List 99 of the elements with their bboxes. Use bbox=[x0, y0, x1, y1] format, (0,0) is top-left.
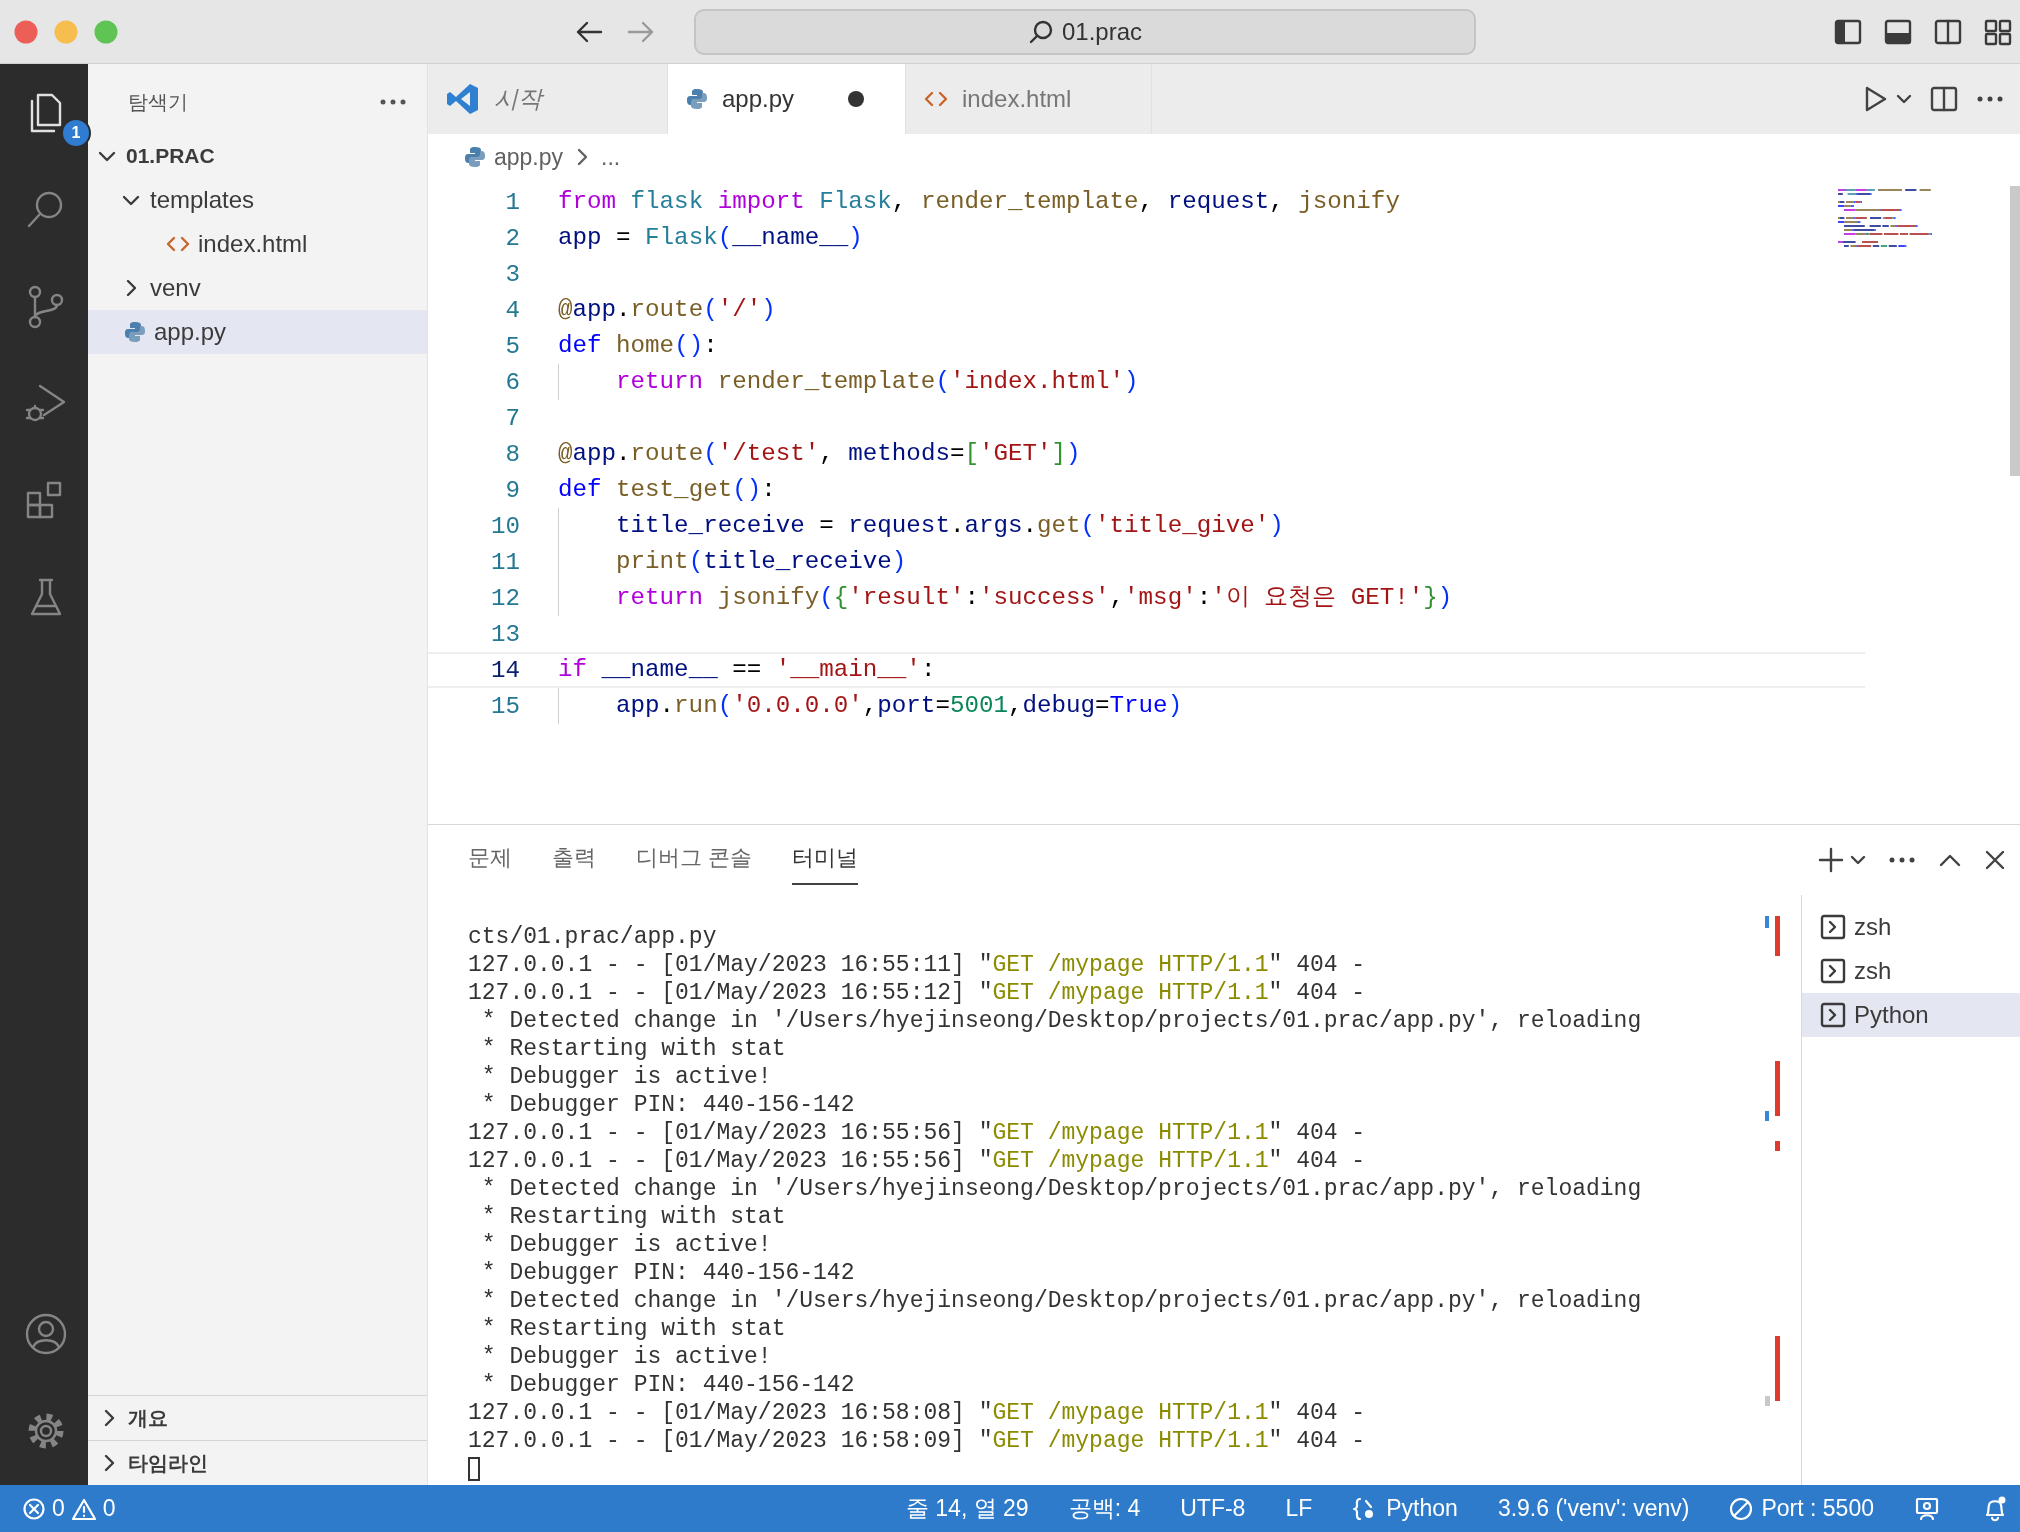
terminal-line: * Debugger is active! bbox=[480, 1063, 773, 1091]
scrollbar-thumb[interactable] bbox=[2010, 186, 2020, 476]
customize-layout-icon[interactable] bbox=[1984, 17, 2012, 46]
no-entry-icon bbox=[1729, 1496, 1754, 1521]
terminal-line: 127.0.0.1 - - [01/May/2023 16:55:11] "GET /mypage HTTP/1.1" 404 - bbox=[468, 951, 1367, 979]
line-number: 13 bbox=[489, 620, 520, 648]
close-window-button[interactable] bbox=[14, 19, 38, 44]
line-number: 4 bbox=[504, 296, 520, 324]
more-icon[interactable] bbox=[1888, 856, 1916, 864]
status-item[interactable]: UTF-8 bbox=[1180, 1495, 1246, 1522]
tree-item[interactable]: 01.PRAC bbox=[88, 134, 427, 178]
terminal-line: * Debugger PIN: 440-156-142 bbox=[480, 1091, 856, 1119]
line-number: 9 bbox=[504, 476, 520, 504]
terminal-line: 127.0.0.1 - - [01/May/2023 16:55:56] "GET /mypage HTTP/1.1" 404 - bbox=[468, 1147, 1367, 1175]
section-header[interactable]: 개요 bbox=[88, 1395, 427, 1440]
line-number: 6 bbox=[504, 368, 520, 396]
terminal-cursor bbox=[468, 1457, 480, 1481]
terminal-line: cts/01.prac/app.py bbox=[468, 923, 718, 951]
terminal-session-item[interactable]: Python bbox=[1802, 993, 2020, 1037]
terminal-line: * Detected change in '/Users/hyejinseong/Desktop/projects/01.prac/app.py', reloading bbox=[480, 1007, 1643, 1035]
terminal-icon bbox=[1820, 914, 1846, 940]
line-number: 5 bbox=[504, 332, 520, 360]
panel-tab[interactable]: 터미널 bbox=[792, 835, 859, 885]
terminal-line: * Restarting with stat bbox=[480, 1035, 787, 1063]
code-line: @app.route('/test', methods=['GET']) bbox=[558, 439, 1081, 469]
line-number: 15 bbox=[489, 692, 520, 720]
terminal-line: 127.0.0.1 - - [01/May/2023 16:55:12] "GET /mypage HTTP/1.1" 404 - bbox=[468, 979, 1367, 1007]
terminal-icon bbox=[1820, 1002, 1846, 1028]
unsaved-dot bbox=[848, 91, 865, 107]
tree-item[interactable]: venv bbox=[88, 266, 427, 310]
line-number: 10 bbox=[489, 512, 520, 540]
terminal-line: 127.0.0.1 - - [01/May/2023 16:58:09] "GET /mypage HTTP/1.1" 404 - bbox=[468, 1427, 1367, 1455]
code-line: app = Flask(__name__) bbox=[558, 223, 863, 253]
sidebar-layout-icon[interactable] bbox=[1834, 17, 1862, 46]
tree-item[interactable]: app.py bbox=[88, 310, 427, 354]
terminal-line: 127.0.0.1 - - [01/May/2023 16:58:08] "GET /mypage HTTP/1.1" 404 - bbox=[468, 1399, 1367, 1427]
more-icon[interactable] bbox=[1976, 95, 2004, 103]
tree-item[interactable]: templates bbox=[88, 178, 427, 222]
code-line: if __name__ == '__main__': bbox=[558, 655, 936, 685]
warning-icon bbox=[70, 1496, 97, 1521]
terminal-line: * Restarting with stat bbox=[480, 1203, 787, 1231]
code-line: return render_template('index.html') bbox=[616, 367, 1139, 397]
vscode-logo-icon bbox=[446, 82, 480, 116]
python-icon bbox=[686, 88, 708, 110]
line-number: 2 bbox=[504, 224, 520, 252]
terminal-line: 127.0.0.1 - - [01/May/2023 16:55:56] "GET /mypage HTTP/1.1" 404 - bbox=[468, 1119, 1367, 1147]
status-item[interactable]: Port : 5500 bbox=[1729, 1495, 1874, 1522]
code-line: print(title_receive) bbox=[616, 547, 907, 577]
terminal-line: * Debugger is active! bbox=[480, 1343, 773, 1371]
editor-tab[interactable]: app.py bbox=[668, 64, 906, 134]
status-item[interactable]: 줄 14, 열 29 bbox=[905, 1493, 1029, 1524]
code-line: title_receive = request.args.get('title_give') bbox=[616, 511, 1284, 541]
search-icon bbox=[1027, 18, 1054, 45]
notification-badge: 1 bbox=[61, 118, 91, 148]
status-item[interactable]: Python bbox=[1352, 1495, 1458, 1522]
plus-icon[interactable] bbox=[1818, 847, 1844, 873]
code-line: @app.route('/') bbox=[558, 295, 776, 325]
status-item[interactable]: 공백: 4 bbox=[1068, 1493, 1141, 1524]
command-center-search[interactable]: 01.prac bbox=[694, 8, 1476, 55]
code-line: def home(): bbox=[558, 331, 718, 361]
tree-item[interactable]: index.html bbox=[88, 222, 427, 266]
panel-tab[interactable]: 디버그 콘솔 bbox=[636, 835, 753, 885]
panel-tab[interactable]: 문제 bbox=[468, 835, 512, 885]
terminal-line: * Debugger PIN: 440-156-142 bbox=[480, 1371, 856, 1399]
panel-tab[interactable]: 출력 bbox=[552, 835, 596, 885]
split-editor-icon[interactable] bbox=[1930, 85, 1958, 113]
terminal-icon bbox=[1820, 958, 1846, 984]
line-number: 3 bbox=[504, 260, 520, 288]
terminal-line: * Debugger is active! bbox=[480, 1231, 773, 1259]
close-icon[interactable] bbox=[1984, 849, 2006, 871]
status-item[interactable]: 3.9.6 ('venv': venv) bbox=[1497, 1495, 1690, 1522]
line-number: 7 bbox=[504, 404, 520, 432]
line-number: 11 bbox=[489, 548, 520, 576]
line-number: 8 bbox=[504, 440, 520, 468]
code-line: app.run('0.0.0.0',port=5001,debug=True) bbox=[616, 691, 1183, 721]
terminal-line: * Detected change in '/Users/hyejinseong/Desktop/projects/01.prac/app.py', reloading bbox=[480, 1287, 1643, 1315]
python-icon bbox=[124, 321, 146, 343]
breadcrumb-item[interactable]: app.py bbox=[494, 143, 564, 171]
line-number: 1 bbox=[504, 188, 520, 216]
line-number: 12 bbox=[489, 584, 520, 612]
problems-status-item[interactable]: 0 0 bbox=[22, 1495, 116, 1522]
terminal-line: * Restarting with stat bbox=[480, 1315, 787, 1343]
terminal-session-item[interactable]: zsh bbox=[1802, 949, 2020, 993]
error-icon bbox=[22, 1496, 46, 1521]
sidebar-title: 탐색기 bbox=[128, 89, 188, 115]
status-item[interactable]: LF bbox=[1285, 1495, 1313, 1522]
panel-layout-icon[interactable] bbox=[1884, 17, 1912, 46]
more-icon[interactable] bbox=[379, 98, 407, 106]
python-icon bbox=[464, 146, 486, 168]
files-icon[interactable] bbox=[29, 92, 62, 133]
breadcrumb-item[interactable]: ... bbox=[601, 143, 621, 171]
split-layout-icon[interactable] bbox=[1934, 17, 1962, 46]
terminal-session-item[interactable]: zsh bbox=[1802, 905, 2020, 949]
terminal-line: * Detected change in '/Users/hyejinseong/Desktop/projects/01.prac/app.py', reloading bbox=[480, 1175, 1643, 1203]
code-line: return jsonify({'result':'success','msg':'이 요청은 GET!'}) bbox=[616, 583, 1453, 613]
terminal-line: * Debugger PIN: 440-156-142 bbox=[480, 1259, 856, 1287]
code-line: from flask import Flask, render_template, request, jsonify bbox=[558, 187, 1400, 217]
line-number: 14 bbox=[489, 656, 520, 684]
code-line: def test_get(): bbox=[558, 475, 776, 505]
